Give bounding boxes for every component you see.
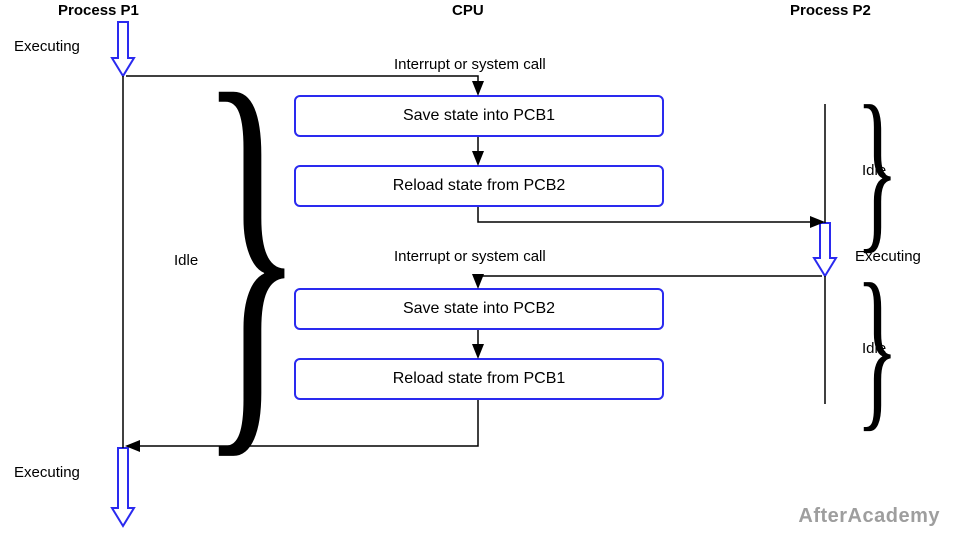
- arrows-svg: [0, 0, 960, 540]
- watermark: AfterAcademy: [798, 505, 940, 528]
- context-switch-diagram: Process P1 CPU Process P2 Executing Idle…: [0, 0, 960, 540]
